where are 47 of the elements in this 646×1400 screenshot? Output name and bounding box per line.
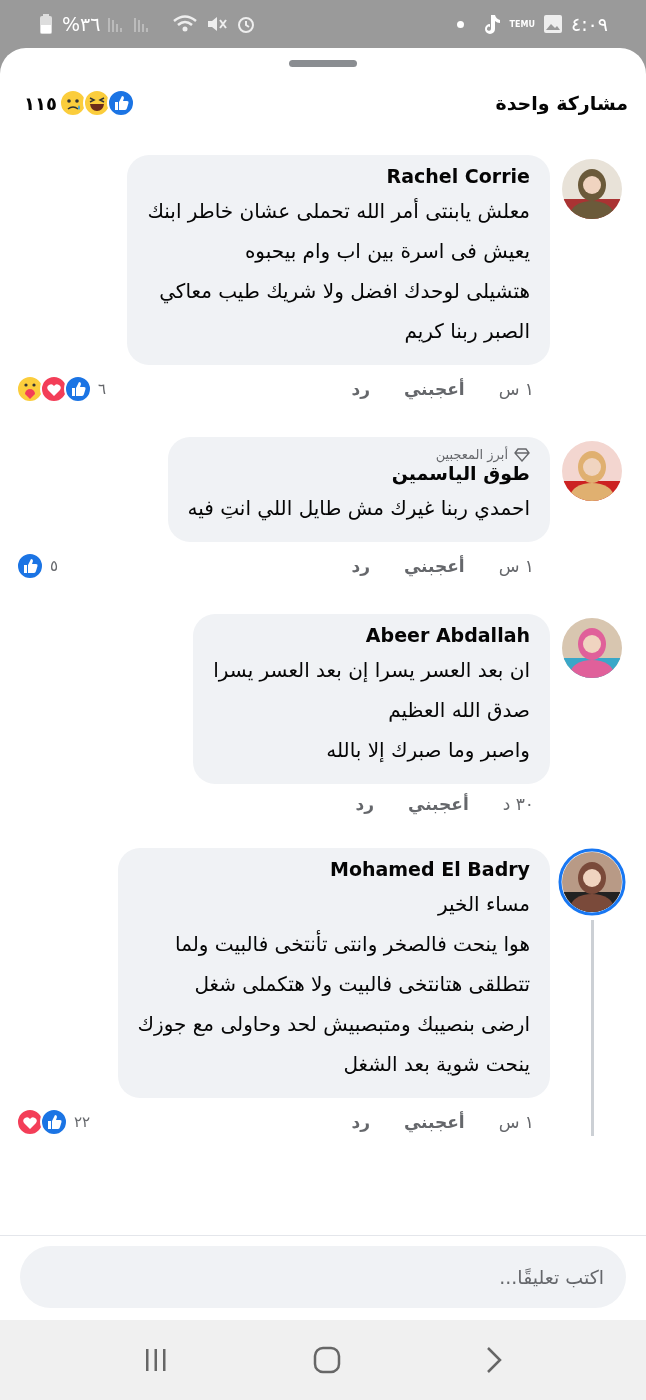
like-icon [40,1108,68,1136]
author-name[interactable]: Abeer Abdallah [213,624,530,646]
hugging-emoji-icon [16,375,44,403]
clock: ٤:٠٩ [570,13,608,35]
battery-percent: %٣٦ [62,13,101,35]
comment-text: معلش يابنتى أمر الله تحملى عشان خاطر ابنك يعيش فى اسرة بين اب وام بيحبوه هتشيلى لوحدك افضل ولا شريك طيب معاكي الصبر ربنا كريم [147,197,530,345]
reaction-count[interactable]: ٢٢ [74,1113,91,1131]
app-label: TEMU [509,19,535,29]
comment-text: مساء الخير هوا ينحت فالصخر وانتى تأنتخى فالبيت ولما تتطلقى هتانتخى فالبيت ولا هتكملى شغل ارضى بنصيبك ومتبصبيش لحد وحاولى مع جوزك ينحت شوية بعد الشغل [137,891,530,1078]
author-name[interactable]: Rachel Corrie [147,165,530,187]
author-name[interactable]: Mohamed El Badry [137,858,530,880]
sheet-title: مشاركة واحدة [495,92,628,114]
reaction-count[interactable]: ٦ [98,380,107,398]
crying-emoji-icon [58,89,87,117]
drag-handle[interactable] [289,60,357,67]
reply-link[interactable]: رد [351,379,370,399]
notification-dot [456,20,464,28]
reply-link[interactable]: رد [351,1112,370,1132]
like-icon [106,89,135,117]
fan-badge-label: أبرز المعجبين [435,447,508,462]
comment-text: احمدي ربنا غيرك مش طايل اللي انتِ فيه [187,495,530,523]
like-icon [16,552,44,580]
mute-icon [206,14,229,34]
like-link[interactable]: أعجبني [407,794,469,814]
alarm-icon [236,14,257,34]
author-name[interactable]: طوق الياسمين [187,462,530,484]
home-icon[interactable] [313,1346,341,1374]
reply-link[interactable]: رد [351,556,370,576]
like-link[interactable]: أعجبني [403,379,465,399]
like-link[interactable]: أعجبني [403,556,465,576]
comment-time: ٣٠ د [502,794,534,814]
comment-bubble[interactable]: أبرز المعجبين طوق الياسمين احمدي ربنا غيرك مش طايل اللي انتِ فيه [167,437,550,542]
comment-time: ١ س [498,379,534,399]
diamond-icon [514,447,530,462]
image-icon [542,14,563,34]
reaction-count[interactable]: ١١٥ [24,92,57,114]
comment-time: ١ س [498,1112,534,1132]
like-link[interactable]: أعجبني [403,1112,465,1132]
wifi-icon [172,14,199,34]
comment-text: ان بعد العسر يسرا إن بعد العسر يسرا صدق الله العظيم واصبر وما صبرك إلا بالله [213,657,530,764]
laughing-emoji-icon [82,89,111,117]
like-icon [64,375,92,403]
comment-input[interactable]: اكتب تعليقًا... [20,1246,626,1308]
reply-link[interactable]: رد [355,794,374,814]
reaction-count[interactable]: ٥ [50,557,59,575]
battery-icon [38,13,54,35]
comment-time: ١ س [498,556,534,576]
